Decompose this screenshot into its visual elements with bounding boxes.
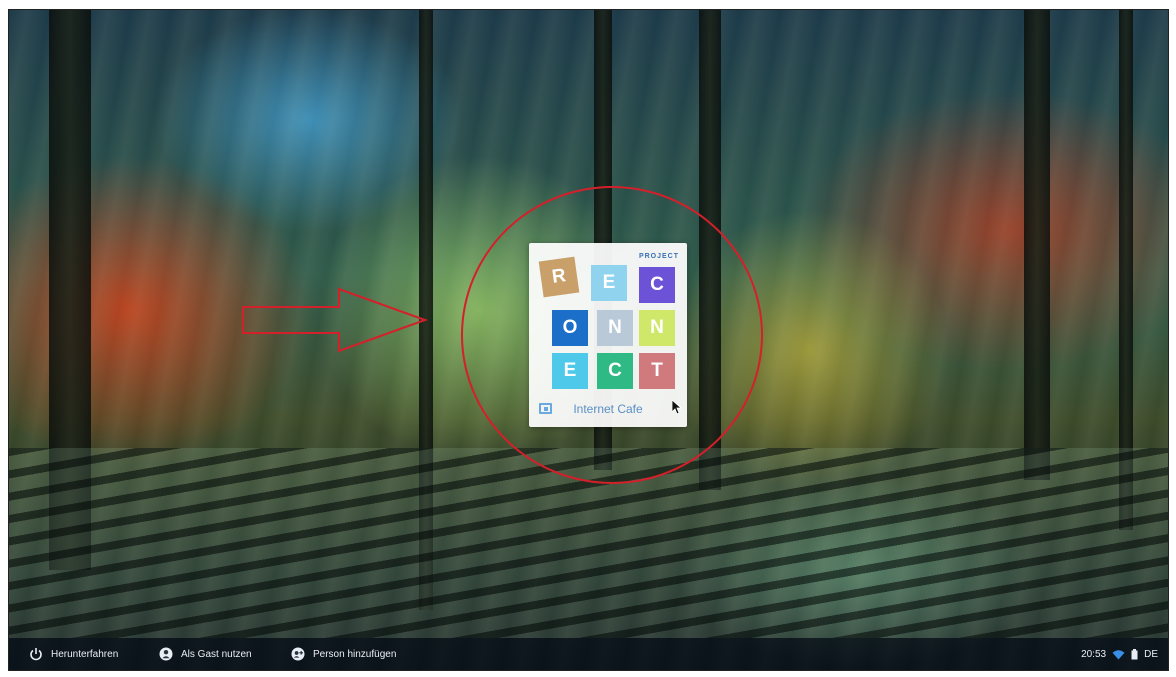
status-tray[interactable]: 20:53 DE	[1081, 638, 1158, 670]
keyboard-layout: DE	[1144, 648, 1158, 660]
avatar-tile-t: T	[639, 353, 675, 389]
add-person-button[interactable]: Person hinzufügen	[291, 638, 396, 670]
avatar-tile-r: R	[538, 256, 580, 298]
user-pod-internet-cafe[interactable]: PROJECT R E C O N N E C T Internet Cafe	[529, 243, 687, 427]
clock: 20:53	[1081, 648, 1107, 660]
add-person-label: Person hinzufügen	[313, 648, 397, 660]
wifi-icon	[1112, 649, 1125, 659]
power-icon	[30, 648, 42, 661]
user-name: Internet Cafe	[573, 402, 643, 416]
shutdown-button[interactable]: Herunterfahren	[29, 638, 118, 670]
avatar-tile-n: N	[597, 310, 633, 346]
desktop-wallpaper: PROJECT R E C O N N E C T Internet Cafe …	[8, 9, 1169, 671]
avatar-tile-c: C	[639, 267, 675, 303]
shutdown-label: Herunterfahren	[51, 648, 119, 660]
avatar-tile-o: O	[552, 310, 588, 346]
guest-label: Als Gast nutzen	[181, 648, 252, 660]
avatar-brand-tag: PROJECT	[638, 253, 679, 260]
login-shelf: Herunterfahren Als Gast nutzen Person hi…	[9, 638, 1168, 670]
annotation-arrow	[242, 287, 428, 353]
browse-as-guest-button[interactable]: Als Gast nutzen	[159, 638, 252, 670]
user-pod-footer: Internet Cafe	[529, 399, 687, 421]
avatar-tile-c: C	[597, 353, 633, 389]
mouse-cursor-icon	[672, 400, 682, 415]
avatar-tile-e: E	[552, 353, 588, 389]
battery-icon	[1131, 648, 1138, 659]
avatar-tile-n: N	[639, 310, 675, 346]
guest-icon	[159, 647, 173, 661]
tree-trunk	[1024, 10, 1050, 480]
add-person-icon	[291, 647, 305, 661]
avatar-tile-e: E	[591, 265, 627, 301]
